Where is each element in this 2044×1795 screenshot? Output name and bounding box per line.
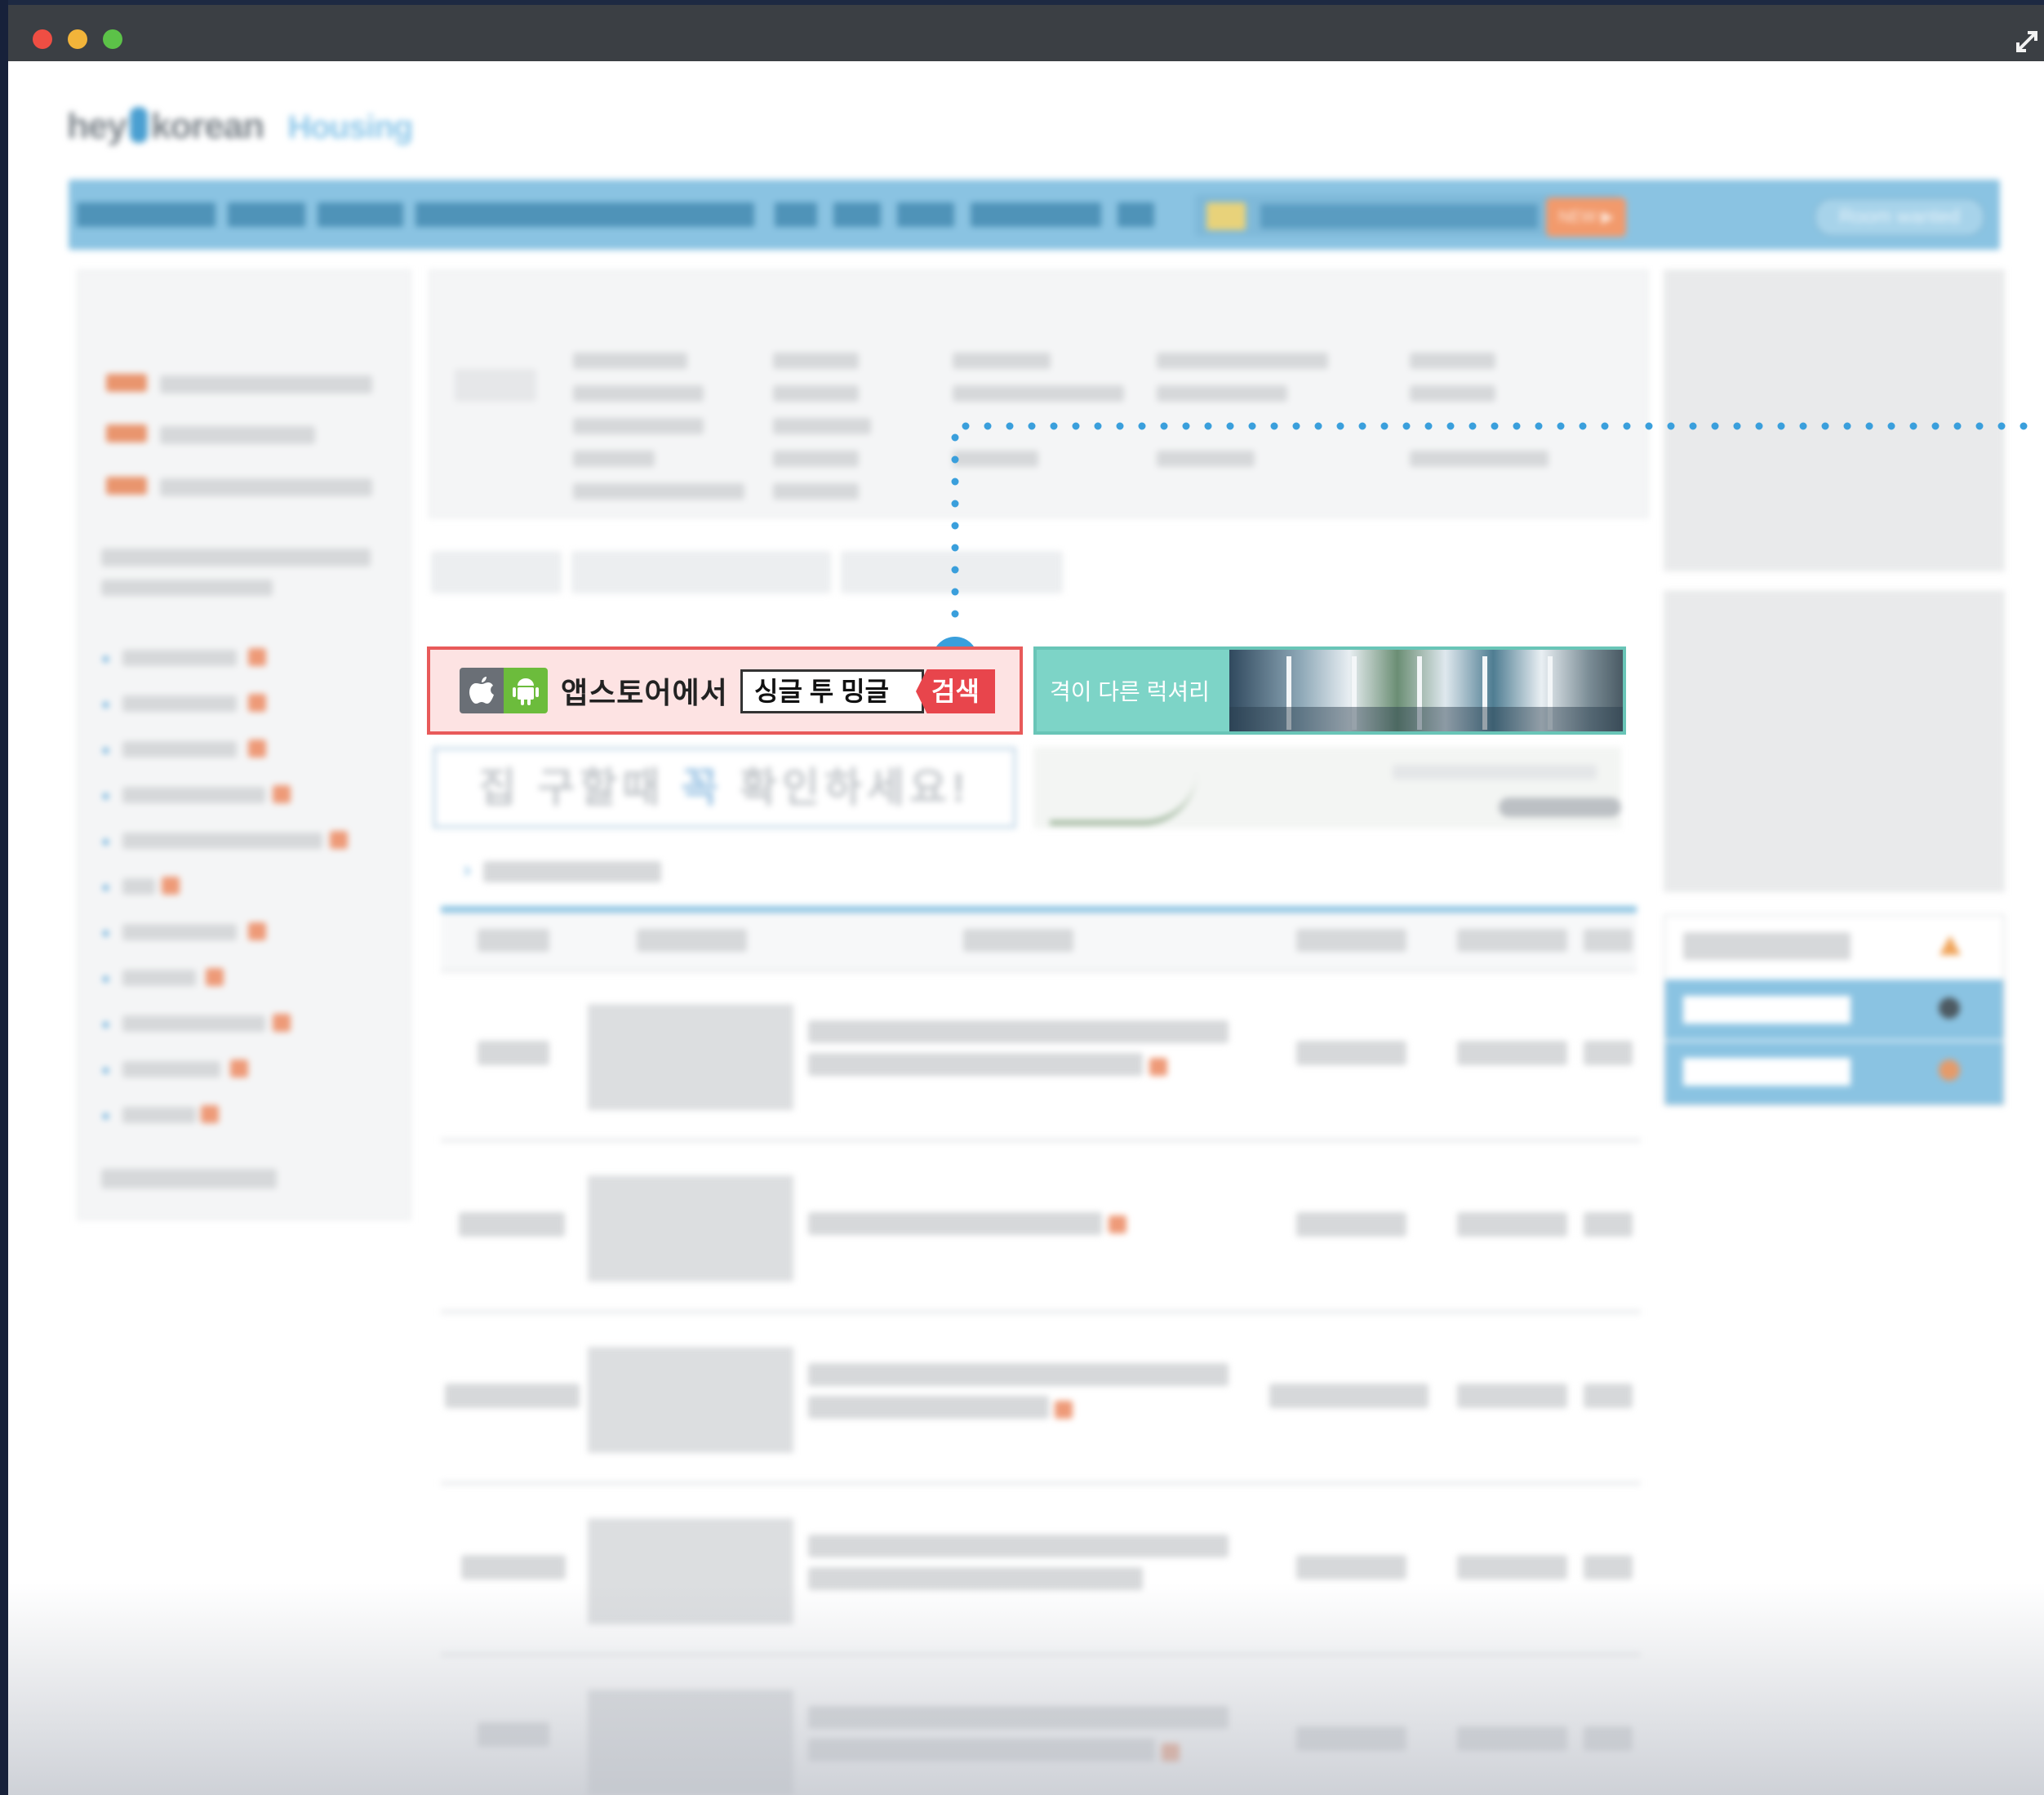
apple-icon [460,668,504,713]
app-store-search-promo[interactable]: 앱스토어에서 싱글 투 밍글 검색 [427,646,1023,735]
search-button[interactable]: 검색 [916,669,995,713]
browser-window: hey korean Housing NEW ▶ Room wanted 집 구… [8,0,2044,1795]
callout-connector [932,422,2044,682]
android-icon [504,668,548,713]
luxury-ad-banner[interactable]: 격이 다른 럭셔리 [1033,646,1626,735]
store-icons [460,668,548,713]
interior-photo [1229,650,1623,731]
app-store-label: 앱스토어에서 [561,676,728,709]
search-keyword-field[interactable]: 싱글 투 밍글 [740,669,924,713]
luxury-ad-text: 격이 다른 럭셔리 [1050,679,1210,704]
